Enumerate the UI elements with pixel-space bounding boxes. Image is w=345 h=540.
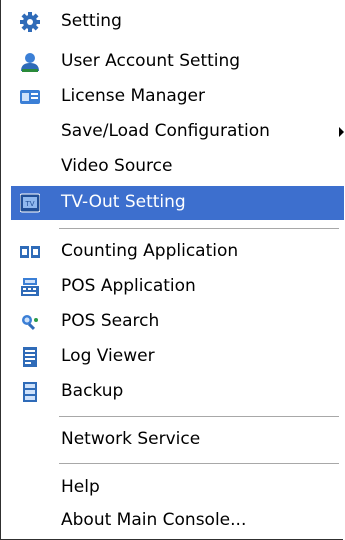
menu-item-label: Backup: [61, 381, 124, 401]
menu-item-label: User Account Setting: [61, 51, 241, 71]
menu-item-tv-out-setting[interactable]: TV TV-Out Setting: [11, 186, 344, 220]
menu-separator: [59, 416, 339, 418]
menu-item-log-viewer[interactable]: Log Viewer: [11, 340, 344, 374]
pos-register-icon: [20, 277, 40, 297]
backup-icon: [20, 382, 40, 402]
menu-item-label: Video Source: [61, 156, 173, 176]
menu-item-label: Log Viewer: [61, 346, 155, 366]
menu-item-setting[interactable]: Setting: [11, 5, 344, 39]
menu-item-label: POS Search: [61, 311, 160, 331]
gear-icon: [20, 12, 40, 32]
menu-item-about-main-console[interactable]: About Main Console...: [11, 504, 344, 538]
menu-item-label: Network Service: [61, 429, 201, 449]
menu-item-network-service[interactable]: Network Service: [11, 423, 344, 457]
menu-item-backup[interactable]: Backup: [11, 375, 344, 409]
menu-item-counting-application[interactable]: Counting Application: [11, 235, 344, 269]
main-console-context-menu: Setting User Account Setting License Man…: [0, 0, 344, 540]
tv-icon: TV: [20, 193, 40, 213]
menu-separator: [59, 463, 339, 465]
menu-item-save-load-configuration[interactable]: Save/Load Configuration: [11, 115, 344, 149]
user-icon: [20, 52, 40, 72]
menu-item-pos-search[interactable]: POS Search: [11, 305, 344, 339]
menu-item-label: Save/Load Configuration: [61, 121, 270, 141]
menu-item-video-source[interactable]: Video Source: [11, 150, 344, 184]
menu-item-pos-application[interactable]: POS Application: [11, 270, 344, 304]
log-document-icon: [20, 347, 40, 367]
menu-item-label: Counting Application: [61, 241, 239, 261]
menu-item-user-account-setting[interactable]: User Account Setting: [11, 45, 344, 79]
menu-item-label: Setting: [61, 11, 122, 31]
menu-item-label: About Main Console...: [61, 510, 247, 530]
license-card-icon: [20, 87, 40, 107]
menu-item-label: Help: [61, 477, 100, 497]
menu-item-label: License Manager: [61, 86, 206, 106]
menu-separator: [59, 228, 339, 230]
menu-item-label: POS Application: [61, 276, 196, 296]
menu-item-label: TV-Out Setting: [61, 192, 186, 212]
svg-text:TV: TV: [24, 200, 34, 208]
menu-item-help[interactable]: Help: [11, 471, 344, 505]
menu-item-license-manager[interactable]: License Manager: [11, 80, 344, 114]
pos-search-icon: [20, 312, 40, 332]
submenu-arrow-icon: [339, 127, 344, 137]
counter-icon: [20, 242, 40, 262]
